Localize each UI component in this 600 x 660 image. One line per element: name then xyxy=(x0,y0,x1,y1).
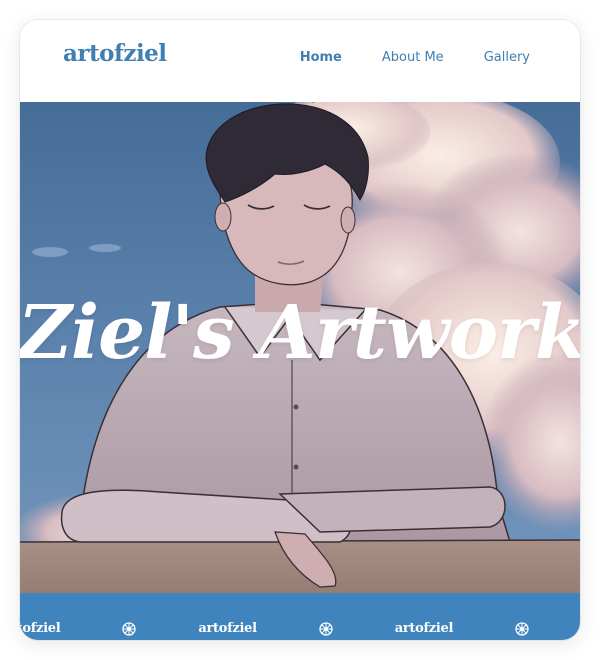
marquee-banner: artofziel artofziel artofziel xyxy=(20,593,580,640)
hero-banner: Ziel's Artwork xyxy=(20,102,580,593)
main-nav: Home About Me Gallery xyxy=(260,50,530,65)
marquee-item: artofziel xyxy=(20,621,61,636)
flower-icon xyxy=(319,621,333,636)
page-frame: artofziel Home About Me Gallery Ziel's A… xyxy=(20,20,580,640)
nav-item-gallery[interactable]: Gallery xyxy=(484,50,530,65)
nav-item-about-me[interactable]: About Me xyxy=(382,50,444,65)
marquee-item: artofziel xyxy=(394,621,454,636)
flower-icon xyxy=(515,621,529,636)
navbar: artofziel Home About Me Gallery xyxy=(20,20,580,103)
hero-title: Ziel's Artwork xyxy=(20,290,580,376)
flower-icon xyxy=(122,621,137,636)
site-logo[interactable]: artofziel xyxy=(63,40,167,67)
marquee-track: artofziel artofziel artofziel xyxy=(20,621,580,636)
nav-item-home[interactable]: Home xyxy=(300,50,342,65)
marquee-item: artofziel xyxy=(198,621,257,636)
